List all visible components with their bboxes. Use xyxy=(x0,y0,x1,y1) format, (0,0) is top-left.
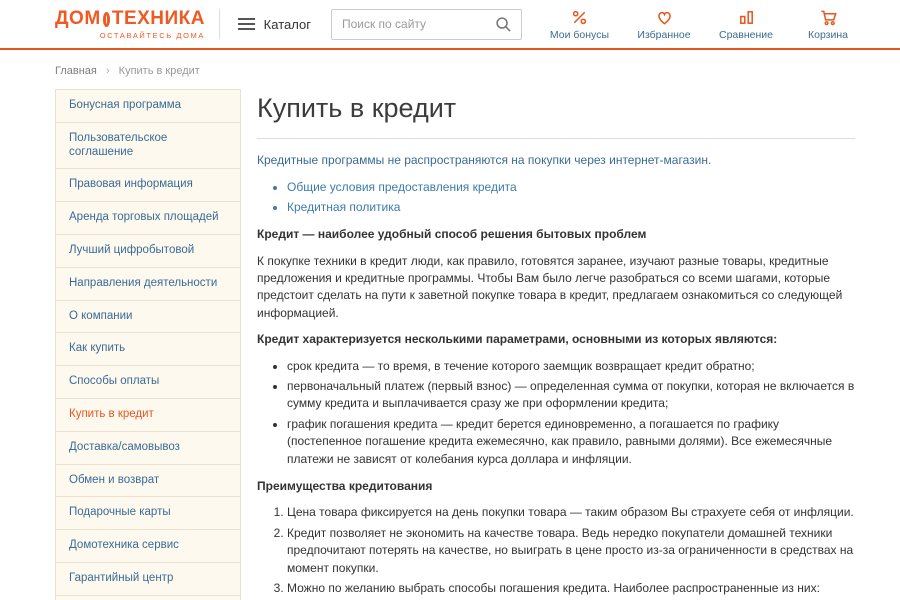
percent-icon xyxy=(570,8,589,27)
credit-params-list: срок кредита — то время, в течение котор… xyxy=(257,358,855,468)
sidebar-item-service[interactable]: Домотехника сервис xyxy=(55,529,241,563)
compare-icon xyxy=(737,8,756,27)
header-divider xyxy=(219,9,220,39)
sidebar-item-activities[interactable]: Направления деятельности xyxy=(55,267,241,301)
sidebar-item-legal-info[interactable]: Правовая информация xyxy=(55,168,241,202)
nav-label-bonuses: Мои бонусы xyxy=(550,29,609,41)
breadcrumb: Главная › Купить в кредит xyxy=(0,50,900,87)
sidebar-item-bonus-program[interactable]: Бонусная программа xyxy=(55,89,241,123)
nav-item-cart[interactable]: Корзина xyxy=(801,8,855,41)
header: ДОМ ТЕХНИКА ОСТАВАЙТЕСЬ ДОМА Каталог Мои… xyxy=(0,0,900,50)
main-content: Купить в кредит Кредитные программы не р… xyxy=(257,89,855,600)
sidebar-item-warranty-center[interactable]: Гарантийный центр xyxy=(55,562,241,596)
list-item: Кредитная политика xyxy=(287,199,855,216)
logo-circle-icon xyxy=(103,12,110,27)
page-title: Купить в кредит xyxy=(257,89,855,128)
sidebar-item-delivery[interactable]: Доставка/самовывоз xyxy=(55,431,241,465)
list-item-text: Можно по желанию выбрать способы погашен… xyxy=(287,581,820,595)
subheading-credit-convenient: Кредит — наиболее удобный способ решения… xyxy=(257,226,855,243)
heart-icon xyxy=(655,8,674,27)
nav-item-favorites[interactable]: Избранное xyxy=(637,8,691,41)
list-item: первоначальный платеж (первый взнос) — о… xyxy=(287,378,855,413)
nav-label-cart: Корзина xyxy=(808,29,848,41)
list-item: срок кредита — то время, в течение котор… xyxy=(287,358,855,375)
title-divider xyxy=(257,138,855,139)
link-general-conditions[interactable]: Общие условия предоставления кредита xyxy=(287,180,517,194)
nav-label-compare: Сравнение xyxy=(719,29,773,41)
list-item: Общие условия предоставления кредита xyxy=(287,179,855,196)
sidebar-item-rent[interactable]: Аренда торговых площадей xyxy=(55,201,241,235)
sidebar-item-about[interactable]: О компании xyxy=(55,300,241,334)
sidebar-item-gift-cards[interactable]: Подарочные карты xyxy=(55,496,241,530)
nav-item-compare[interactable]: Сравнение xyxy=(719,8,773,41)
logo-part2: ТЕХНИКА xyxy=(112,8,205,30)
sidebar-item-best-digital[interactable]: Лучший цифробытовой xyxy=(55,234,241,268)
sidebar-item-payment-methods[interactable]: Способы оплаты xyxy=(55,365,241,399)
paragraph-intro: К покупке техники в кредит люди, как пра… xyxy=(257,253,855,323)
sidebar-item-exchange-return[interactable]: Обмен и возврат xyxy=(55,464,241,498)
catalog-button[interactable]: Каталог xyxy=(238,17,311,32)
breadcrumb-current: Купить в кредит xyxy=(119,65,200,77)
sidebar-item-contacts[interactable]: Контакты xyxy=(55,595,241,600)
sidebar-item-buy-on-credit[interactable]: Купить в кредит xyxy=(55,398,241,432)
logo-text: ДОМ ТЕХНИКА xyxy=(55,8,205,30)
search-box xyxy=(331,9,522,40)
list-item: Можно по желанию выбрать способы погашен… xyxy=(287,580,855,600)
logo[interactable]: ДОМ ТЕХНИКА ОСТАВАЙТЕСЬ ДОМА xyxy=(55,8,205,40)
hamburger-icon xyxy=(238,18,255,30)
header-nav: Мои бонусы Избранное Сравнение Корзина xyxy=(522,8,855,41)
list-item: график погашения кредита — кредит беретс… xyxy=(287,416,855,468)
link-credit-policy[interactable]: Кредитная политика xyxy=(287,200,400,214)
advantages-list: Цена товара фиксируется на день покупки … xyxy=(257,504,855,600)
logo-tagline: ОСТАВАЙТЕСЬ ДОМА xyxy=(55,31,205,40)
page-body: Бонусная программа Пользовательское согл… xyxy=(0,87,900,600)
logo-part1: ДОМ xyxy=(55,8,101,30)
cart-icon xyxy=(819,8,838,27)
subheading-credit-params: Кредит характеризуется несколькими парам… xyxy=(257,331,855,348)
breadcrumb-separator: › xyxy=(106,65,110,77)
sidebar-item-user-agreement[interactable]: Пользовательское соглашение xyxy=(55,122,241,170)
subheading-advantages: Преимущества кредитования xyxy=(257,478,855,495)
breadcrumb-home[interactable]: Главная xyxy=(55,65,97,77)
list-item: Кредит позволяет не экономить на качеств… xyxy=(287,525,855,577)
list-item: Цена товара фиксируется на день покупки … xyxy=(287,504,855,521)
sidebar-menu: Бонусная программа Пользовательское согл… xyxy=(55,89,241,600)
sidebar-item-how-to-buy[interactable]: Как купить xyxy=(55,332,241,366)
credit-links-list: Общие условия предоставления кредита Кре… xyxy=(257,179,855,217)
nav-item-bonuses[interactable]: Мои бонусы xyxy=(550,8,609,41)
catalog-label: Каталог xyxy=(264,17,311,32)
nav-label-favorites: Избранное xyxy=(637,29,690,41)
intro-note: Кредитные программы не распространяются … xyxy=(257,152,855,169)
search-icon[interactable] xyxy=(494,14,516,36)
